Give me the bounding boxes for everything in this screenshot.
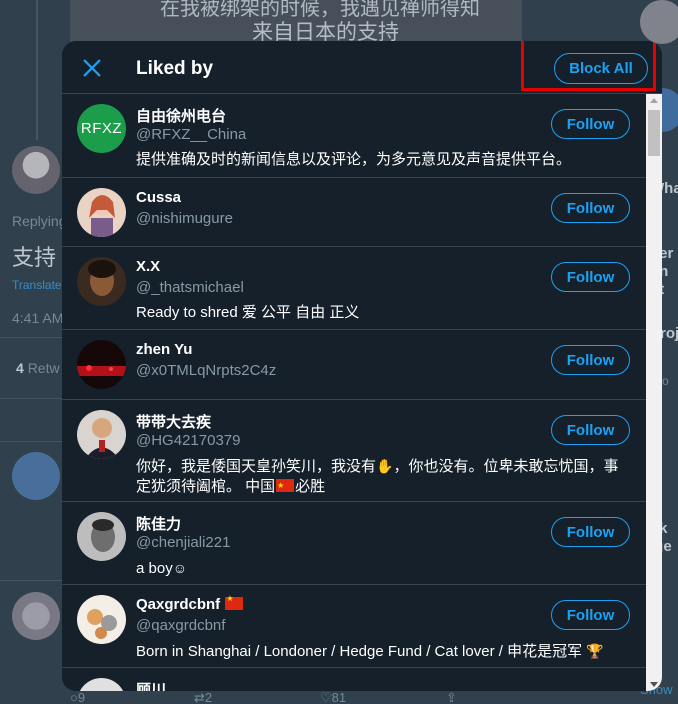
user-bio: Born in Shanghai / Londoner / Hedge Fund… [136, 641, 626, 662]
follow-button[interactable]: Follow [551, 517, 630, 547]
user-name[interactable]: 带带大去疾 [136, 411, 211, 432]
user-handle[interactable]: @qaxgrdcbnf [136, 617, 225, 634]
china-flag-icon [225, 594, 244, 610]
avatar[interactable] [77, 340, 126, 389]
liked-by-list[interactable]: RFXZ 自由徐州电台 @RFXZ__China 提供准确及时的新闻信息以及评论… [62, 94, 646, 691]
user-name[interactable]: zhen Yu [136, 341, 192, 358]
scroll-up-arrow-icon[interactable] [650, 98, 658, 103]
follow-button[interactable]: Follow [551, 109, 630, 139]
avatar-image [89, 195, 115, 237]
avatar-image [87, 609, 117, 639]
list-item[interactable]: RFXZ 自由徐州电台 @RFXZ__China 提供准确及时的新闻信息以及评论… [62, 94, 646, 178]
block-all-button[interactable]: Block All [554, 53, 648, 84]
user-name-text: Qaxgrdcbnf [136, 596, 221, 613]
user-name[interactable]: Qaxgrdcbnf [136, 594, 244, 613]
user-bio: 提供准确及时的新闻信息以及评论，为多元意见及声音提供平台。 [136, 151, 572, 168]
user-name[interactable]: 顾川 [136, 679, 166, 691]
avatar[interactable] [77, 678, 126, 691]
follow-button[interactable]: Follow [551, 193, 630, 223]
user-bio-text: a boy [136, 560, 173, 577]
user-handle[interactable]: @_thatsmichael [136, 279, 244, 296]
avatar[interactable] [77, 410, 126, 459]
list-item[interactable]: X.X @_thatsmichael Ready to shred 爱 公平 自… [62, 247, 646, 330]
avatar-image [85, 418, 119, 459]
follow-button[interactable]: Follow [551, 415, 630, 445]
list-item[interactable]: 带带大去疾 @HG42170379 你好，我是倭国天皇孙笑川，我没有✋，你也没有… [62, 400, 646, 502]
user-name[interactable]: 自由徐州电台 [136, 105, 226, 126]
follow-button[interactable]: Follow [551, 600, 630, 630]
avatar[interactable] [77, 188, 126, 237]
boy-emoji-icon: ☺ [172, 560, 187, 576]
avatar[interactable] [77, 595, 126, 644]
avatar-logo-text: RFXZ [80, 120, 123, 137]
user-bio: Ready to shred 爱 公平 自由 正义 [136, 304, 360, 321]
follow-button[interactable]: Follow [551, 345, 630, 375]
user-name[interactable]: Cussa [136, 189, 181, 206]
scrollbar-thumb[interactable] [648, 110, 660, 156]
user-bio: 你好，我是倭国天皇孙笑川，我没有✋，你也没有。位卑未敢忘忧国，事定犹须待阖棺。 … [136, 456, 626, 497]
emoji-icon: ✋ [376, 458, 394, 474]
avatar[interactable]: RFXZ [77, 104, 126, 153]
list-item[interactable]: Cussa @nishimugure Follow [62, 178, 646, 247]
list-scrollbar[interactable] [646, 94, 662, 691]
user-bio-part: 你好，我是倭国天皇孙笑川，我没有 [136, 458, 377, 475]
avatar-image [91, 519, 115, 552]
user-handle[interactable]: @nishimugure [136, 210, 233, 227]
china-flag-icon [276, 476, 295, 496]
user-handle[interactable]: @x0TMLqNrpts2C4z [136, 362, 276, 379]
close-icon [83, 59, 101, 77]
user-name[interactable]: 陈佳力 [136, 513, 181, 534]
list-item[interactable]: 陈佳力 @chenjiali221 a boy☺ Follow [62, 502, 646, 585]
list-item[interactable]: zhen Yu @x0TMLqNrpts2C4z Follow [62, 330, 646, 400]
close-button[interactable] [77, 53, 107, 83]
avatar[interactable] [77, 512, 126, 561]
follow-button[interactable]: Follow [551, 262, 630, 292]
user-handle[interactable]: @RFXZ__China [136, 126, 246, 143]
trophy-icon: 🏆 [586, 643, 604, 659]
liked-by-dialog: Liked by Block All RFXZ 自由徐州电台 @RFXZ__Ch… [62, 41, 662, 691]
user-bio-text: Born in Shanghai / Londoner / Hedge Fund… [136, 643, 583, 660]
user-handle[interactable]: @HG42170379 [136, 432, 240, 449]
user-bio-part: 必胜 [295, 478, 326, 495]
user-bio: a boy☺ [136, 558, 626, 579]
scroll-down-arrow-icon[interactable] [650, 682, 658, 687]
avatar-image [77, 365, 126, 376]
dialog-header: Liked by Block All [62, 41, 662, 94]
avatar[interactable] [77, 257, 126, 306]
user-name[interactable]: X.X [136, 258, 160, 275]
user-handle[interactable]: @chenjiali221 [136, 534, 230, 551]
list-item[interactable]: 顾川 [62, 668, 646, 691]
dialog-title: Liked by [136, 58, 214, 79]
avatar-image [88, 260, 116, 296]
list-item[interactable]: Qaxgrdcbnf @qaxgrdcbnf Born in Shanghai … [62, 585, 646, 668]
